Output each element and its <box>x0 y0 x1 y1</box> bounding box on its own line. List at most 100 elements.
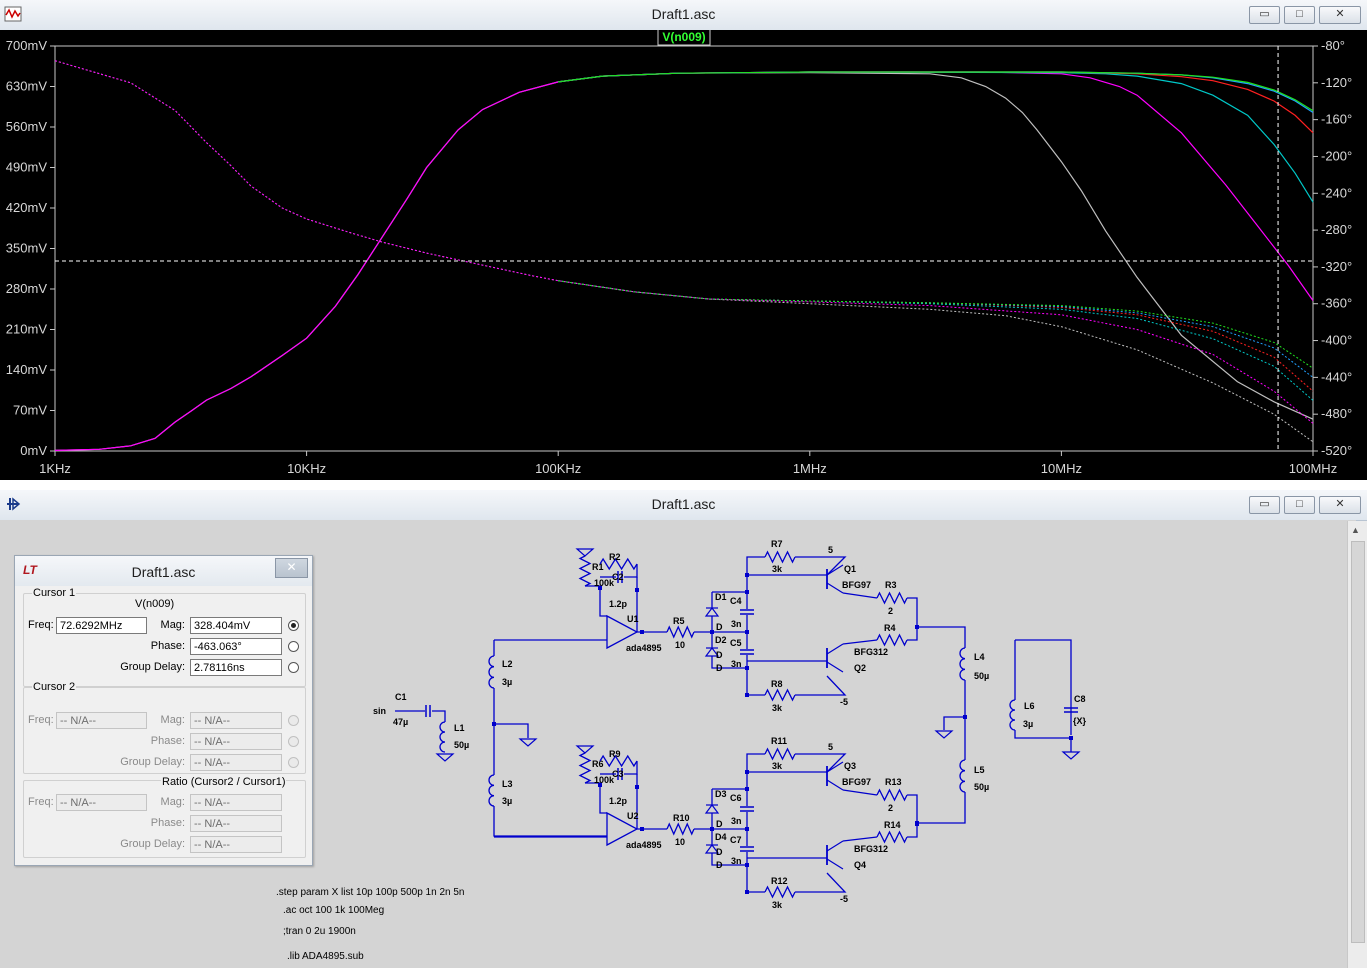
y-right-tick-label: -80° <box>1321 38 1345 53</box>
ratio-phase-field[interactable]: -- N/A-- <box>190 815 282 832</box>
ratio-gd-label: Group Delay: <box>120 838 185 850</box>
cursor2-freq-field[interactable]: -- N/A-- <box>56 712 147 729</box>
capacitor-c5[interactable] <box>740 649 754 655</box>
scroll-thumb[interactable] <box>1351 541 1365 943</box>
label-r4: R4 <box>884 623 896 633</box>
label-r6: R6 <box>592 759 604 769</box>
cursor1-gd-radio[interactable] <box>288 662 299 673</box>
dialog-close-button[interactable]: ✕ <box>275 558 308 578</box>
cursor-dialog-title: Draft1.asc <box>131 564 196 580</box>
diode-d1[interactable] <box>704 607 720 617</box>
value-r3: 2 <box>888 606 893 616</box>
bjt-collector <box>826 643 844 655</box>
label-r9: R9 <box>609 749 621 759</box>
y-left-tick-label: 280mV <box>6 281 48 296</box>
close-button[interactable]: ✕ <box>1319 6 1361 24</box>
inductor-l4[interactable] <box>959 647 966 681</box>
spice-directive-tran[interactable]: ;tran 0 2u 1900n <box>283 926 356 937</box>
value-q1: BFG97 <box>842 580 871 590</box>
ground-feedback <box>575 745 595 754</box>
inductor-l2[interactable] <box>488 655 495 689</box>
y-left-tick-label: 700mV <box>6 38 48 53</box>
label-d4: D4 <box>715 832 727 842</box>
bjt-emitter <box>826 779 844 791</box>
spice-directive-step[interactable]: .step param X list 10p 100p 500p 1n 2n 5… <box>276 887 464 898</box>
ratio-gd-field[interactable]: -- N/A-- <box>190 836 282 853</box>
minimize-button[interactable]: ▭ <box>1249 6 1280 24</box>
capacitor-c1[interactable] <box>425 705 431 717</box>
spice-directive-ac[interactable]: .ac oct 100 1k 100Meg <box>283 905 384 916</box>
spice-directive-lib[interactable]: .lib ADA4895.sub <box>287 951 364 962</box>
cursor2-mag-field[interactable]: -- N/A-- <box>190 712 282 729</box>
y-right-tick-label: -360° <box>1321 296 1352 311</box>
cursor1-mag-radio[interactable] <box>288 620 299 631</box>
plot-window-title: Draft1.asc <box>651 6 716 22</box>
label-q2: Q2 <box>854 663 866 673</box>
wire-out-bottom <box>917 792 966 824</box>
label-c4: C4 <box>730 596 742 606</box>
value-c7: 3n <box>731 856 742 866</box>
wire-q2-c <box>842 836 878 842</box>
cursor1-freq-field[interactable]: 72.6292MHz <box>56 617 147 634</box>
diode-d3[interactable] <box>704 804 720 814</box>
schematic-window-titlebar[interactable]: Draft1.asc ▭ □ ✕ <box>0 490 1367 521</box>
bjt-emitter <box>826 661 844 673</box>
vertical-scrollbar[interactable]: ▲ <box>1347 521 1367 968</box>
schem-close-button[interactable]: ✕ <box>1319 496 1361 514</box>
cursor-dialog-titlebar[interactable]: LT Draft1.asc ✕ <box>15 556 312 586</box>
inductor-l5[interactable] <box>959 759 966 793</box>
cursor1-group-label: Cursor 1 <box>32 587 77 599</box>
resistor-r14 <box>876 830 908 844</box>
cursor1-phase-radio[interactable] <box>288 641 299 652</box>
cursor2-phase-radio[interactable] <box>288 736 299 747</box>
bode-plot[interactable]: 1KHz 10KHz 100KHz 1MHz 10MHz 100MHz 700mV 630mV… <box>0 30 1367 480</box>
value-q2: BFG312 <box>854 647 888 657</box>
y-left-tick-label: 420mV <box>6 200 48 215</box>
value-r12: 3k <box>772 900 783 910</box>
cursor1-phase-field[interactable]: -463.063° <box>190 638 282 655</box>
label-r7: R7 <box>771 539 783 549</box>
cursor2-gd-field[interactable]: -- N/A-- <box>190 754 282 771</box>
cursor2-mag-radio[interactable] <box>288 715 299 726</box>
transistor-q3[interactable] <box>826 761 844 791</box>
transistor-q1[interactable] <box>826 564 844 594</box>
close-icon: ✕ <box>1335 8 1345 20</box>
label-sin: sin <box>373 706 386 716</box>
ground-mid <box>518 738 538 747</box>
bjt-emitter <box>826 582 844 594</box>
value-c3: 1.2p <box>609 796 628 806</box>
maximize-button[interactable]: □ <box>1284 6 1315 24</box>
schem-minimize-button[interactable]: ▭ <box>1249 496 1280 514</box>
inductor-l3[interactable] <box>488 774 495 807</box>
cursor1-gd-field[interactable]: 2.78116ns <box>190 659 282 676</box>
label-r13: R13 <box>885 777 902 787</box>
label-c8: C8 <box>1074 694 1086 704</box>
schem-maximize-button[interactable]: □ <box>1284 496 1315 514</box>
scroll-up-icon[interactable]: ▲ <box>1351 525 1360 535</box>
cursor1-mag-field[interactable]: 328.404mV <box>190 617 282 634</box>
value-d1: D <box>716 622 723 632</box>
label-l5: L5 <box>974 765 985 775</box>
transistor-q4[interactable] <box>826 840 844 870</box>
plot-window-titlebar[interactable]: Draft1.asc ▭ □ ✕ <box>0 0 1367 31</box>
label-c7: C7 <box>730 835 742 845</box>
ratio-mag-field[interactable]: -- N/A-- <box>190 794 282 811</box>
capacitor-c4[interactable] <box>740 609 754 615</box>
capacitor-c6[interactable] <box>740 806 754 812</box>
cursor2-phase-field[interactable]: -- N/A-- <box>190 733 282 750</box>
transistor-q2[interactable] <box>826 643 844 673</box>
value-r10: 10 <box>675 837 685 847</box>
y-left-tick-label: 490mV <box>6 160 48 175</box>
ratio-freq-field[interactable]: -- N/A-- <box>56 794 147 811</box>
label-r10: R10 <box>673 813 690 823</box>
x-tick-label: 10MHz <box>1041 461 1082 476</box>
inductor-l6[interactable] <box>1009 699 1016 731</box>
value-c8: {X} <box>1073 716 1087 726</box>
inductor-l1[interactable] <box>439 721 446 753</box>
minimize-icon: ▭ <box>1259 8 1270 20</box>
cursor2-gd-radio[interactable] <box>288 757 299 768</box>
trace-label[interactable]: V(n009) <box>657 30 711 46</box>
capacitor-c7[interactable] <box>740 846 754 852</box>
y-left-tick-label: 140mV <box>6 362 48 377</box>
ratio-freq-label: Freq: <box>28 796 54 808</box>
